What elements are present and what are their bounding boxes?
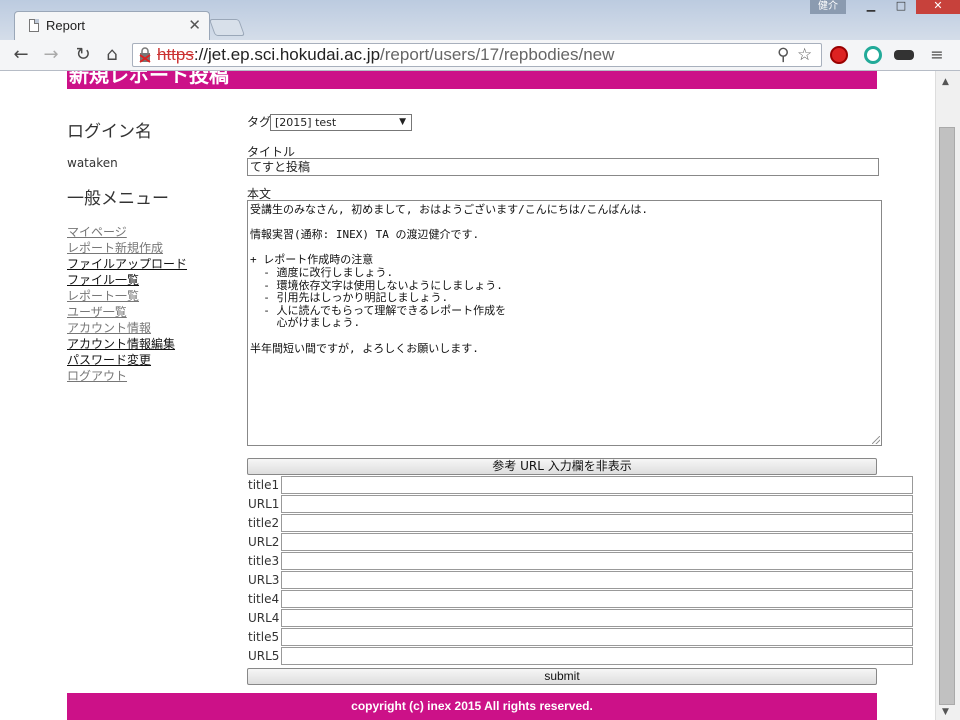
sidebar-item-file-upload[interactable]: ファイルアップロード <box>67 256 237 272</box>
sidebar: ログイン名 wataken 一般メニュー マイページ レポート新規作成 ファイル… <box>67 117 237 384</box>
browser-tab-strip: Report ✕ 健介 ▁ □ ✕ <box>0 0 960 40</box>
ref-row: title4 <box>247 590 917 609</box>
title5-input[interactable] <box>281 628 913 646</box>
ref-row: title1 <box>247 476 917 495</box>
ref-label: title3 <box>248 554 280 568</box>
forward-icon[interactable]: → <box>40 44 62 66</box>
browser-toolbar: ← → ↻ ⌂ https://jet.ep.sci.hokudai.ac.jp… <box>0 40 960 71</box>
zoom-search-icon[interactable]: ⚲ <box>777 45 789 65</box>
close-icon[interactable]: ✕ <box>188 16 201 34</box>
sidebar-item-report-list[interactable]: レポート一覧 <box>67 288 237 304</box>
window-close-icon[interactable]: ✕ <box>916 0 960 14</box>
ref-label: URL1 <box>248 497 280 511</box>
toggle-ref-url-button[interactable]: 参考 URL 入力欄を非表示 <box>247 458 877 475</box>
profile-button[interactable]: 健介 <box>810 0 846 14</box>
url4-input[interactable] <box>281 609 913 627</box>
tab-title: Report <box>46 18 86 33</box>
menu-heading: 一般メニュー <box>67 189 169 209</box>
scroll-thumb[interactable] <box>939 127 955 705</box>
page-icon <box>29 19 39 32</box>
ref-label: URL2 <box>248 535 280 549</box>
menu-icon[interactable]: ≡ <box>926 44 948 66</box>
sidebar-item-logout[interactable]: ログアウト <box>67 368 237 384</box>
url5-input[interactable] <box>281 647 913 665</box>
new-tab-button[interactable] <box>208 19 246 36</box>
title-input[interactable]: てすと投稿 <box>247 158 879 176</box>
tag-label: タグ <box>247 115 272 129</box>
bookmark-star-icon[interactable]: ☆ <box>797 45 812 65</box>
browser-tab[interactable]: Report ✕ <box>14 11 210 40</box>
maximize-icon[interactable]: □ <box>886 0 916 14</box>
stop-extension-icon[interactable] <box>830 46 848 64</box>
sidebar-item-account-info[interactable]: アカウント情報 <box>67 320 237 336</box>
page-header: 新規レポート投稿 <box>67 71 877 89</box>
title1-input[interactable] <box>281 476 913 494</box>
address-bar[interactable]: https://jet.ep.sci.hokudai.ac.jp/report/… <box>132 43 822 67</box>
green-extension-icon[interactable] <box>864 46 882 64</box>
submit-button[interactable]: submit <box>247 668 877 685</box>
scroll-down-icon[interactable]: ▼ <box>942 707 949 717</box>
back-icon[interactable]: ← <box>10 44 32 66</box>
username: wataken <box>67 156 118 170</box>
title3-input[interactable] <box>281 552 913 570</box>
page-title: 新規レポート投稿 <box>69 71 229 87</box>
resize-grip-icon[interactable] <box>872 436 880 444</box>
sidebar-item-password-change[interactable]: パスワード変更 <box>67 352 237 368</box>
sidebar-item-account-edit[interactable]: アカウント情報編集 <box>67 336 237 352</box>
ref-row: URL1 <box>247 495 917 514</box>
sidebar-item-mypage[interactable]: マイページ <box>67 224 237 240</box>
home-icon[interactable]: ⌂ <box>101 44 123 66</box>
ref-label: title4 <box>248 592 280 606</box>
page-viewport: 新規レポート投稿 ログイン名 wataken 一般メニュー マイページ レポート… <box>0 71 935 720</box>
sidebar-item-new-report[interactable]: レポート新規作成 <box>67 240 237 256</box>
ref-label: URL3 <box>248 573 280 587</box>
ref-row: URL4 <box>247 609 917 628</box>
insecure-lock-icon <box>139 47 151 63</box>
url1-input[interactable] <box>281 495 913 513</box>
login-heading: ログイン名 <box>67 122 152 142</box>
ref-row: title5 <box>247 628 917 647</box>
minimize-icon[interactable]: ▁ <box>856 0 886 14</box>
sidebar-item-user-list[interactable]: ユーザ一覧 <box>67 304 237 320</box>
page-scrollbar[interactable]: ▲ ▼ <box>935 71 960 720</box>
body-textarea[interactable]: 受講生のみなさん, 初めまして, おはようございます/こんにちは/こんばんは. … <box>247 200 882 446</box>
ref-row: URL2 <box>247 533 917 552</box>
tag-selected-value: [2015] test <box>275 116 337 129</box>
ref-row: title2 <box>247 514 917 533</box>
url-text: https://jet.ep.sci.hokudai.ac.jp/report/… <box>157 45 615 64</box>
ref-url-table: title1 URL1 title2 URL2 title3 URL3 titl… <box>247 476 917 666</box>
ref-label: title2 <box>248 516 280 530</box>
tag-select[interactable]: [2015] test ▼ <box>270 114 412 131</box>
body-text: 受講生のみなさん, 初めまして, おはようございます/こんにちは/こんばんは. … <box>250 203 649 355</box>
ref-label: title5 <box>248 630 280 644</box>
ref-row: URL3 <box>247 571 917 590</box>
tag-row: タグ [2015] test ▼ <box>247 113 412 133</box>
title4-input[interactable] <box>281 590 913 608</box>
page-footer: copyright (c) inex 2015 All rights reser… <box>67 693 877 720</box>
url3-input[interactable] <box>281 571 913 589</box>
dropdown-arrow-icon: ▼ <box>399 117 406 127</box>
sidebar-menu: マイページ レポート新規作成 ファイルアップロード ファイル一覧 レポート一覧 … <box>67 224 237 384</box>
title2-input[interactable] <box>281 514 913 532</box>
window-controls: 健介 ▁ □ ✕ <box>810 0 960 14</box>
ref-row: title3 <box>247 552 917 571</box>
reload-icon[interactable]: ↻ <box>72 44 94 66</box>
scroll-up-icon[interactable]: ▲ <box>942 77 949 87</box>
ref-row: URL5 <box>247 647 917 666</box>
ref-label: URL4 <box>248 611 280 625</box>
incognito-extension-icon[interactable] <box>894 50 914 60</box>
ref-label: URL5 <box>248 649 280 663</box>
ref-label: title1 <box>248 478 280 492</box>
url2-input[interactable] <box>281 533 913 551</box>
sidebar-item-file-list[interactable]: ファイル一覧 <box>67 272 237 288</box>
